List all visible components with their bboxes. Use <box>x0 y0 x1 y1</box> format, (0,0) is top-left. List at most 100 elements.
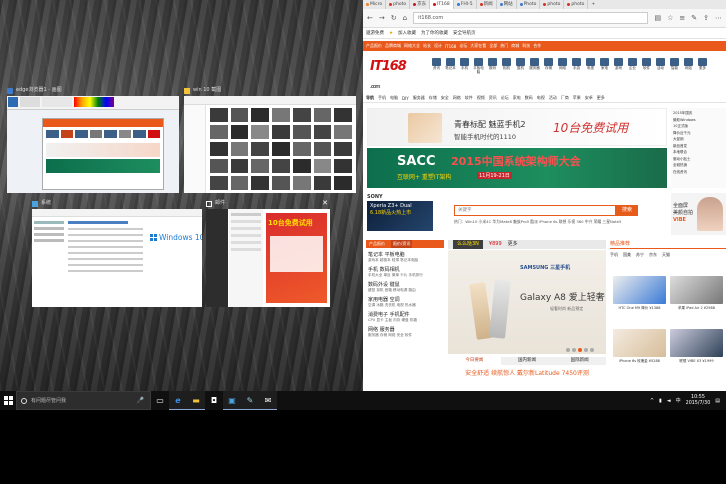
category-group[interactable]: 网络 服务器 服务器 存储 网络 安全 软件 <box>366 326 444 338</box>
browser-tab[interactable]: FHI-5 <box>454 0 477 9</box>
top-link[interactable]: 科技 <box>522 43 530 49</box>
category-item[interactable]: 资讯 <box>431 58 442 76</box>
favorites-link[interactable]: 加入收藏 <box>398 30 416 36</box>
category-item[interactable]: 服务器 <box>529 58 540 76</box>
category-item[interactable]: 更多 <box>697 58 708 76</box>
nav-link[interactable]: 网络 <box>453 95 461 101</box>
category-item[interactable]: 存储 <box>543 58 554 76</box>
snap-thumbnail-folder[interactable]: win 10 截图 <box>184 86 356 193</box>
browser-tab[interactable]: 新闻 <box>477 0 497 9</box>
top-link[interactable]: 大家在看 <box>470 43 486 49</box>
product-card[interactable]: 联想 VIBE X3 ¥1999 <box>670 329 723 377</box>
category-item[interactable]: 整机 <box>515 58 526 76</box>
task-view-icon[interactable]: ▭ <box>151 391 169 410</box>
nav-link[interactable]: 服务器 <box>413 95 425 101</box>
snap-thumbnail-mail[interactable]: 邮件 ✕ 10台免费试用 <box>206 199 330 307</box>
share-icon[interactable]: ⇪ <box>703 14 709 22</box>
browser-tab[interactable]: Micro <box>363 0 387 9</box>
meizu-banner[interactable]: 青春标配 魅蓝手机2 智能手机时代的1110 10台免费试用 <box>367 108 667 146</box>
browser-tab-active[interactable]: IT168 <box>430 0 454 9</box>
category-item[interactable]: 智能 <box>669 58 680 76</box>
favorites-link[interactable]: 安全导航页 <box>453 30 476 36</box>
samsung-ad[interactable]: SAMSUNG 三星手机 Galaxy A8 爱上轻奢 轻奢时尚 新品预定 <box>448 250 606 354</box>
nav-link[interactable]: 存储 <box>429 95 437 101</box>
home-icon[interactable]: ⌂ <box>403 14 407 22</box>
headline-link[interactable]: 安全舒适 续航惊人 戴尔新Latitude 7450评测 <box>448 368 606 377</box>
nav-link[interactable]: 数码 <box>525 95 533 101</box>
tab-domestic[interactable]: 国内新闻 <box>501 357 554 365</box>
clock[interactable]: 10:55 2015/7/30 <box>686 395 711 407</box>
browser-tab[interactable]: Photo <box>517 0 541 9</box>
category-item[interactable]: 游戏 <box>613 58 624 76</box>
file-explorer-icon[interactable]: ▬ <box>187 391 205 410</box>
top-link[interactable]: 站长 <box>423 43 431 49</box>
category-group[interactable]: 数码外设 键鼠 键鼠 耳机 音箱 移动电源 路由 <box>366 281 444 293</box>
nav-link[interactable]: 资讯 <box>489 95 497 101</box>
volume-icon[interactable]: ◄ <box>667 398 671 404</box>
top-link[interactable]: 热门 <box>500 43 508 49</box>
nav-link[interactable]: 视频 <box>477 95 485 101</box>
snap-thumbnail-paint[interactable]: edge浏览器1 - 画图 <box>7 86 179 193</box>
browser-tab[interactable]: photo <box>386 0 411 9</box>
category-item[interactable]: 相机 <box>501 58 512 76</box>
forward-icon[interactable]: → <box>379 14 385 22</box>
sony-banner[interactable]: Xperia Z3+ Dual 6.18新品火热上市 <box>367 201 433 231</box>
start-button[interactable] <box>0 391 16 410</box>
chevron-up-icon[interactable]: ^ <box>650 398 654 404</box>
notification-icon[interactable]: ▤ <box>715 398 720 404</box>
panel-tab[interactable]: 京东 <box>649 252 657 258</box>
browser-tab[interactable]: 京东 <box>410 0 431 9</box>
more-icon[interactable]: ⋯ <box>715 14 722 22</box>
nav-link[interactable]: 论坛 <box>501 95 509 101</box>
category-group[interactable]: 消费电子 手机配件 CPU 显卡 主板 内存 硬盘 机箱 <box>366 311 444 323</box>
mail-icon[interactable]: ✉ <box>259 391 277 410</box>
panel-tab[interactable]: 手机 <box>610 252 618 258</box>
store-icon[interactable]: ◘ <box>205 391 223 410</box>
top-link[interactable]: 产品报价 <box>366 43 382 49</box>
hot-keywords[interactable]: 热门：Win10 小米4C 华为Mate8 魅族Pro5 酷派 iPhone 6… <box>454 219 621 225</box>
nav-link[interactable]: 安全 <box>441 95 449 101</box>
category-group[interactable]: 笔记本 平板电脑 游戏本 超极本 轻薄 笔记本电脑 <box>366 251 444 263</box>
reading-view-icon[interactable]: ▤ <box>654 14 661 22</box>
site-search-input[interactable]: 关键字 <box>454 205 616 216</box>
nav-link[interactable]: 活动 <box>549 95 557 101</box>
tab-products[interactable]: 产品报价 <box>369 240 385 248</box>
panel-tab[interactable]: 国美 <box>623 252 631 258</box>
edge-icon[interactable]: e <box>169 391 187 410</box>
panel-tab[interactable]: 天猫 <box>662 252 670 258</box>
back-icon[interactable]: ← <box>367 14 373 22</box>
product-card[interactable]: iPhone 6s 玫瑰金 ¥5288 <box>613 329 666 377</box>
panel-tab[interactable]: 苏宁 <box>636 252 644 258</box>
nav-link[interactable]: 厂商 <box>561 95 569 101</box>
favorites-link[interactable]: 遨游免费 <box>366 30 384 36</box>
deal-tag[interactable]: 么么哒3N <box>453 240 483 249</box>
category-item[interactable]: 软件 <box>641 58 652 76</box>
carousel-dots[interactable] <box>566 348 594 352</box>
category-item[interactable]: 笔记本 <box>445 58 456 76</box>
tab-prices[interactable]: 报价/资讯 <box>391 240 413 248</box>
category-item[interactable]: 网站 <box>683 58 694 76</box>
search-button[interactable]: 搜索 <box>616 205 638 216</box>
sacc-banner[interactable]: SACC 2015中国系统架构师大会 互联网+ 重塑IT架构 11月19-21日 <box>367 148 667 188</box>
category-item[interactable]: 数码 <box>487 58 498 76</box>
product-card[interactable]: HTC One M9 降价 ¥1388 <box>613 276 666 324</box>
category-item[interactable]: 活动 <box>655 58 666 76</box>
nav-link[interactable]: 软件 <box>465 95 473 101</box>
category-item[interactable]: 平板电脑 <box>473 58 484 76</box>
nav-link[interactable]: DIY <box>402 96 409 101</box>
nav-link[interactable]: 手机 <box>378 95 386 101</box>
web-note-icon[interactable]: ✎ <box>691 14 697 22</box>
cortana-search-box[interactable]: 有问题尽管问我 🎤 <box>16 391 151 410</box>
nav-link[interactable]: 更多 <box>597 95 605 101</box>
more-link[interactable]: 更多 <box>508 240 518 249</box>
top-link[interactable]: 商城 <box>511 43 519 49</box>
category-group[interactable]: 家用电器 空调 空调 冰箱 洗衣机 电视 热水器 <box>366 296 444 308</box>
network-icon[interactable]: ▮ <box>659 398 662 404</box>
close-icon[interactable]: ✕ <box>321 199 329 207</box>
browser-tab[interactable]: 网站 <box>497 0 517 9</box>
category-group[interactable]: 手机 数码相机 手机大全 单反 微单 卡片 手机排行 <box>366 266 444 278</box>
category-item[interactable]: 手机 <box>459 58 470 76</box>
news-link[interactable]: 在线资讯 <box>673 169 724 176</box>
favorites-link[interactable]: 为了你的收藏 <box>421 30 448 36</box>
top-link[interactable]: IT168 <box>445 44 456 49</box>
